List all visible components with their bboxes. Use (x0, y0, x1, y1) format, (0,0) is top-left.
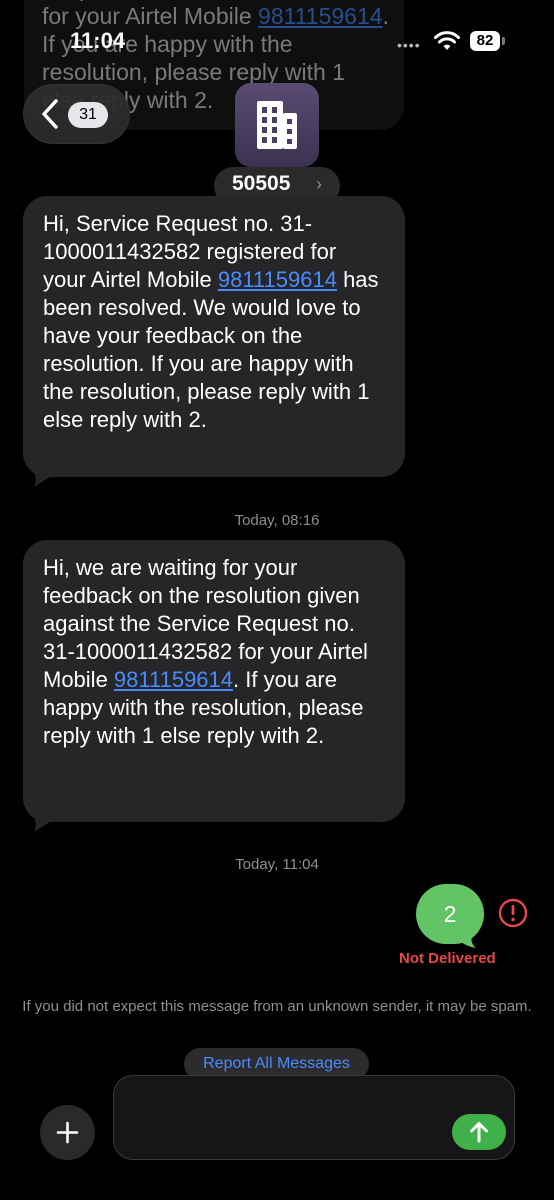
status-time: 11:04 (70, 28, 126, 53)
phone-link[interactable]: 9811159614 (114, 667, 233, 692)
bubble-tail (32, 810, 50, 832)
send-button[interactable] (452, 1114, 506, 1150)
spam-notice: If you did not expect this message from … (22, 998, 532, 1015)
bubble-tail (456, 928, 476, 948)
chevron-right-icon: › (316, 174, 322, 194)
delivery-status: Not Delivered (399, 950, 496, 967)
incoming-message-bubble[interactable]: Hi, Service Request no. 31-1000011432582… (23, 196, 405, 477)
contact-name: 50505 (232, 172, 291, 195)
plus-icon (56, 1121, 79, 1144)
add-attachment-button[interactable] (40, 1105, 95, 1160)
phone-link[interactable]: 9811159614 (218, 267, 337, 292)
battery-icon: 82 (470, 31, 500, 51)
error-icon[interactable] (498, 898, 528, 928)
wifi-icon (434, 31, 460, 50)
incoming-message-bubble[interactable]: Hi, we are waiting for your feedback on … (23, 540, 405, 822)
chevron-left-icon (42, 99, 58, 129)
message-input[interactable] (113, 1075, 515, 1160)
battery-tip (502, 37, 505, 45)
contact-avatar[interactable] (235, 83, 319, 167)
bubble-tail (32, 465, 50, 487)
phone-link[interactable]: 9811159614 (258, 3, 383, 29)
cellular-signal-icon: •••• (397, 37, 421, 53)
arrow-up-icon (470, 1122, 488, 1143)
timestamp: Today, 11:04 (235, 856, 319, 873)
timestamp: Today, 08:16 (234, 512, 320, 529)
unread-count-badge: 31 (68, 102, 108, 128)
building-icon (257, 101, 297, 149)
